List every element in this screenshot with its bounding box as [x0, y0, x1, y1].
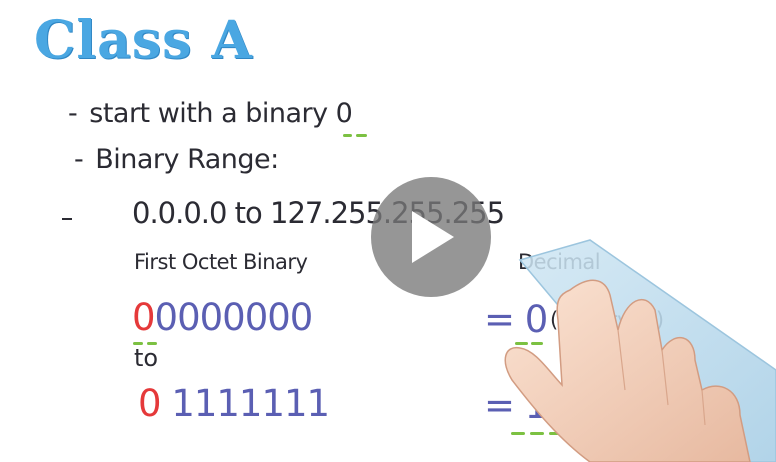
reserved-note: (Reserved) — [550, 308, 665, 332]
decimal-value: 0 — [524, 298, 549, 341]
reserved-note: (Reserved) — [575, 396, 690, 420]
leading-bit: 0 — [132, 296, 156, 339]
range-connector: to — [134, 344, 159, 372]
decimal-row-min: = 0 — [484, 298, 549, 341]
underline-binary-zero-2 — [356, 134, 367, 137]
binary-row-min: 00000000 — [132, 296, 314, 339]
bullet-dash: - — [74, 144, 84, 175]
underline-binary-zero-1 — [343, 134, 352, 137]
leading-bit: 0 — [138, 382, 162, 425]
underline-127-2 — [530, 432, 544, 435]
bullet-binary-range-text: Binary Range: — [95, 144, 279, 175]
equals-sign: = — [484, 298, 515, 341]
header-decimal: Decimal — [518, 250, 601, 274]
underline-decimal-zero-1 — [515, 342, 528, 345]
equals-sign: = — [484, 384, 515, 427]
bullet-start-binary-text: start with a binary 0 — [89, 98, 353, 129]
header-first-octet-binary: First Octet Binary — [134, 250, 308, 274]
slide-title: Class A — [34, 10, 253, 71]
binary-row-max: 0 1111111 — [138, 382, 330, 425]
play-icon — [412, 211, 454, 263]
remaining-bits: 0000000 — [154, 296, 314, 339]
bullet-start-binary: - start with a binary 0 — [68, 98, 353, 129]
underline-127-3 — [549, 432, 563, 435]
bullet-dash: - — [68, 98, 78, 129]
sub-bullet-dash — [62, 218, 72, 220]
play-button[interactable] — [371, 177, 491, 297]
remaining-bits: 1111111 — [171, 382, 330, 425]
underline-decimal-zero-2 — [531, 342, 543, 345]
underline-127-1 — [511, 432, 525, 435]
bullet-binary-range: - Binary Range: — [74, 144, 279, 175]
